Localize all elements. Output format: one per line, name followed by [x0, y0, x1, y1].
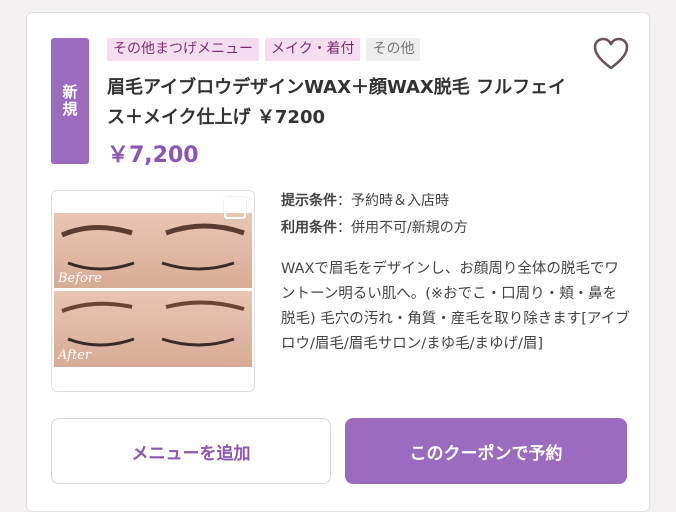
after-label: After — [57, 348, 92, 363]
favorite-button[interactable] — [593, 37, 629, 71]
before-after-photo: Before After — [54, 213, 252, 367]
coupon-card: 新規 その他まつげメニュー メイク・着付 その他 眉毛アイブロウデザインWAX＋… — [26, 12, 650, 512]
coupon-description: WAXで眉毛をデザインし、お顔周り全体の脱毛でワントーン明るい肌へ。(※おでこ・… — [281, 261, 630, 352]
tag-other: その他 — [366, 38, 421, 61]
coupon-thumbnail[interactable]: Before After — [51, 190, 255, 392]
reserve-with-coupon-button[interactable]: このクーポンで予約 — [345, 418, 627, 484]
photo-checkbox-icon — [224, 197, 246, 219]
condition-value: ：併用不可/新規の方 — [337, 220, 468, 236]
tag-makeup: メイク・着付 — [265, 38, 361, 61]
usage-condition: 利用条件：併用不可/新規の方 — [281, 217, 468, 237]
present-condition: 提示条件：予約時＆入店時 — [281, 190, 449, 210]
heart-outline-icon — [593, 37, 629, 70]
before-label: Before — [57, 271, 102, 286]
new-badge: 新規 — [51, 38, 89, 164]
coupon-title: 眉毛アイブロウデザインWAX＋顔WAX脱毛 フルフェイス＋メイク仕上げ ￥720… — [107, 77, 567, 128]
category-tags: その他まつげメニュー メイク・着付 その他 — [107, 38, 421, 61]
coupon-price: ￥7,200 — [107, 143, 199, 168]
add-menu-button[interactable]: メニューを追加 — [51, 418, 331, 484]
condition-label: 提示条件 — [281, 193, 337, 209]
condition-value: ：予約時＆入店時 — [337, 193, 449, 209]
tag-eyelash: その他まつげメニュー — [107, 38, 259, 61]
condition-label: 利用条件 — [281, 220, 337, 236]
